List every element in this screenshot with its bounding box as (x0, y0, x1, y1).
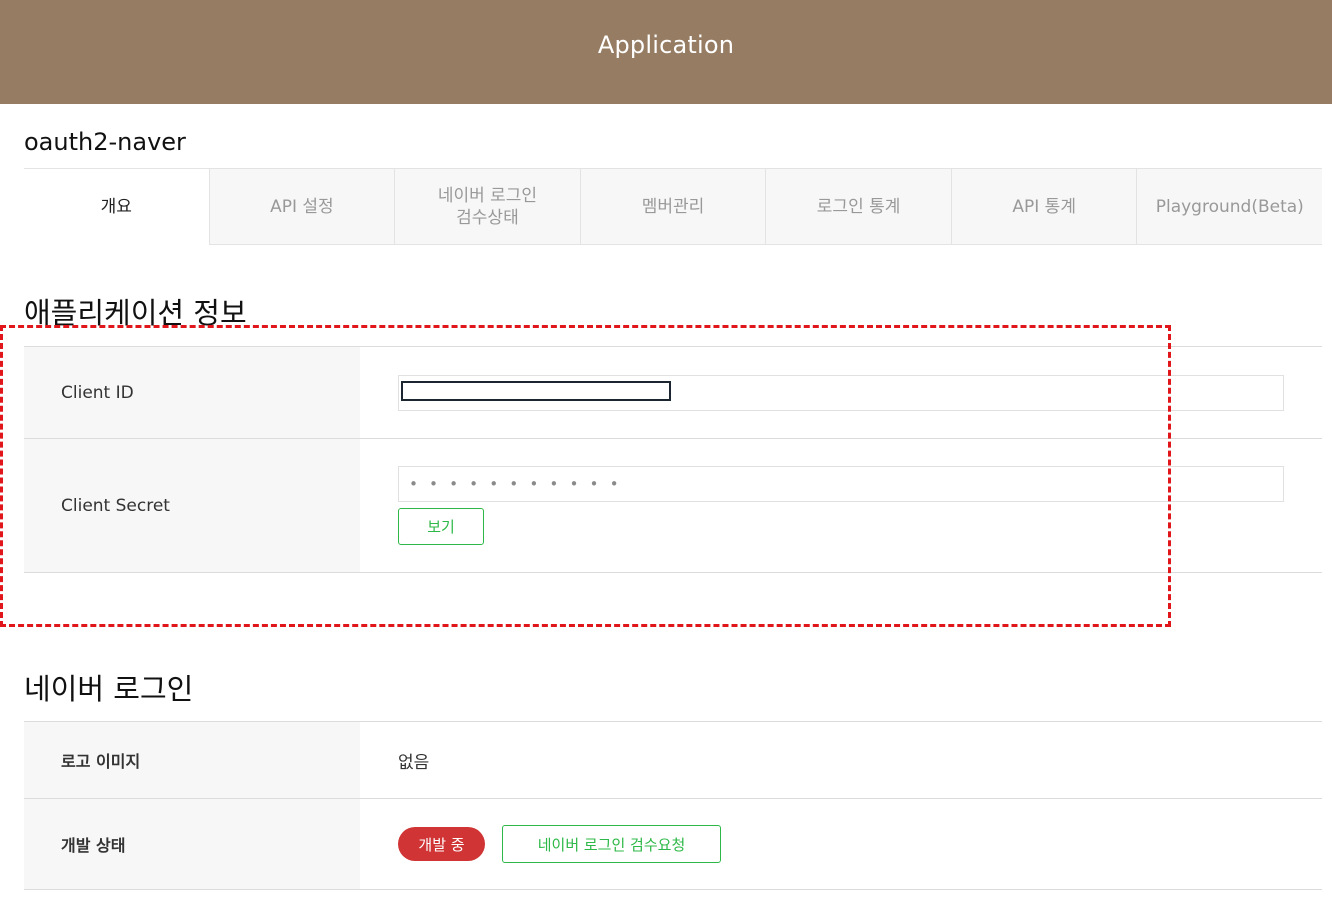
tab-label: 개요 (100, 197, 132, 217)
tab-overview[interactable]: 개요 (24, 169, 209, 245)
client-id-row: Client ID (24, 347, 1322, 439)
header-title: Application (597, 31, 735, 59)
dev-status-row: 개발 상태 개발 중 네이버 로그인 검수요청 (24, 799, 1322, 890)
client-id-label: Client ID (24, 347, 360, 438)
app-header: Application (0, 0, 1332, 104)
tab-label: 네이버 로그인 검수상태 (437, 185, 538, 228)
client-secret-row: Client Secret • • • • • • • • • • • 보기 (24, 439, 1322, 573)
naver-login-table: 로고 이미지 없음 개발 상태 개발 중 네이버 로그인 검수요청 (24, 721, 1322, 890)
tab-label: 멤버관리 (641, 196, 705, 217)
logo-image-value: 없음 (398, 752, 430, 773)
client-id-redaction (401, 380, 671, 401)
tab-api-stats[interactable]: API 통계 (950, 169, 1137, 245)
show-secret-button[interactable]: 보기 (398, 508, 484, 545)
client-id-field[interactable] (398, 374, 1284, 411)
tab-login-stats[interactable]: 로그인 통계 (765, 169, 951, 245)
request-review-button[interactable]: 네이버 로그인 검수요청 (502, 825, 721, 863)
tab-login-review-status[interactable]: 네이버 로그인 검수상태 (394, 169, 580, 245)
client-id-cell (360, 347, 1322, 438)
app-info-table: Client ID Client Secret • • • • • • • • … (24, 346, 1322, 573)
dev-status-badge: 개발 중 (398, 827, 485, 861)
app-name: oauth2-naver (24, 128, 186, 156)
client-secret-value: • • • • • • • • • • • (409, 475, 620, 493)
tab-api-settings[interactable]: API 설정 (208, 169, 395, 245)
tab-bar: 개요 API 설정 네이버 로그인 검수상태 멤버관리 로그인 통계 API 통… (24, 168, 1323, 245)
tab-label: API 통계 (1012, 196, 1076, 217)
dev-status-label: 개발 상태 (24, 799, 360, 889)
tab-label: Playground(Beta) (1155, 196, 1304, 217)
dev-status-cell: 개발 중 네이버 로그인 검수요청 (360, 799, 1322, 889)
logo-image-row: 로고 이미지 없음 (24, 722, 1322, 799)
naver-login-title: 네이버 로그인 (24, 672, 194, 706)
client-secret-label: Client Secret (24, 439, 360, 572)
tab-member-management[interactable]: 멤버관리 (579, 169, 766, 245)
logo-image-label: 로고 이미지 (24, 722, 360, 798)
client-secret-cell: • • • • • • • • • • • 보기 (360, 439, 1322, 572)
tab-playground[interactable]: Playground(Beta) (1136, 169, 1323, 245)
app-info-title: 애플리케이션 정보 (24, 296, 247, 330)
tab-label: API 설정 (270, 196, 334, 217)
logo-image-cell: 없음 (360, 722, 1322, 798)
client-secret-field[interactable]: • • • • • • • • • • • (398, 466, 1284, 502)
tab-label: 로그인 통계 (816, 196, 901, 217)
